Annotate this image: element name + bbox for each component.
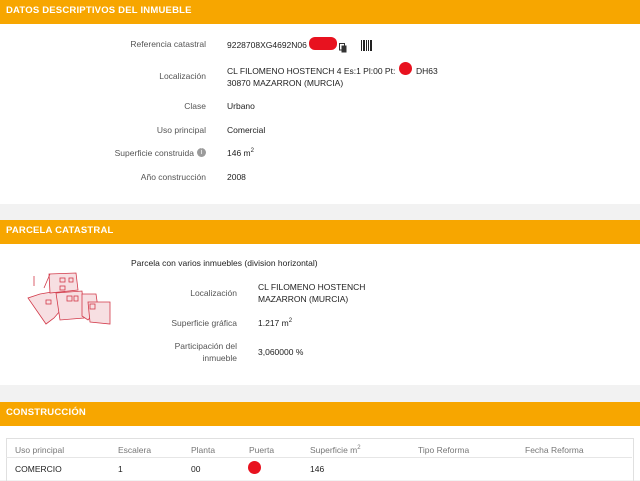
parcela-part-label2: inmueble <box>202 353 238 363</box>
parcela-description: Parcela con varios inmuebles (division h… <box>131 258 318 268</box>
anio-label: Año construcción <box>140 172 206 182</box>
redaction-mark <box>248 461 261 474</box>
loc-label: Localización <box>159 71 206 81</box>
parcela-part-value: 3,060000 % <box>258 347 304 357</box>
col-header-planta: Planta <box>191 445 216 455</box>
clase-label: Clase <box>184 101 206 111</box>
superficie-value: 146 m2 <box>227 148 254 158</box>
copy-icon[interactable] <box>339 40 347 53</box>
uso-value: Comercial <box>227 125 266 135</box>
parcela-sup-value: 1.217 m2 <box>258 318 293 328</box>
col-header-fecha-reforma: Fecha Reforma <box>525 445 584 455</box>
loc-line1b: DH63 <box>416 66 438 76</box>
info-icon[interactable]: i <box>197 148 206 157</box>
superficie-label: Superficie construida <box>114 148 194 158</box>
loc-line1a: CL FILOMENO HOSTENCH 4 Es:1 Pl:00 Pt: <box>227 66 396 76</box>
table-divider <box>6 457 632 458</box>
ref-label: Referencia catastral <box>130 39 206 49</box>
section-header-descriptivos: DATOS DESCRIPTIVOS DEL INMUEBLE <box>0 0 640 24</box>
parcela-loc-label: Localización <box>190 288 237 298</box>
parcela-loc-line1: CL FILOMENO HOSTENCH <box>258 282 366 292</box>
section-header-construccion: CONSTRUCCIÓN <box>0 402 640 426</box>
ref-value: 9228708XG4692N06 <box>227 40 307 50</box>
loc-line2: 30870 MAZARRON (MURCIA) <box>227 78 344 88</box>
col-header-puerta: Puerta <box>249 445 275 455</box>
col-header-tipo-reforma: Tipo Reforma <box>418 445 470 455</box>
parcela-sup-label: Superficie gráfica <box>171 318 237 328</box>
redaction-mark <box>309 37 337 50</box>
parcel-map-thumbnail[interactable] <box>24 268 114 328</box>
cell-uso: COMERCIO <box>15 464 62 474</box>
redaction-mark <box>399 62 412 75</box>
cell-superficie: 146 <box>310 464 325 474</box>
parcela-part-label1: Participación del <box>174 341 237 351</box>
col-header-superficie: Superficie m2 <box>310 445 361 455</box>
col-header-escalera: Escalera <box>118 445 152 455</box>
cell-planta: 00 <box>191 464 201 474</box>
col-header-uso: Uso principal <box>15 445 65 455</box>
parcela-loc-line2: MAZARRON (MURCIA) <box>258 294 349 304</box>
clase-value: Urbano <box>227 101 255 111</box>
uso-label: Uso principal <box>156 125 206 135</box>
anio-value: 2008 <box>227 172 246 182</box>
barcode-icon[interactable] <box>361 38 373 51</box>
cell-escalera: 1 <box>118 464 123 474</box>
section-header-parcela: PARCELA CATASTRAL <box>0 220 640 244</box>
